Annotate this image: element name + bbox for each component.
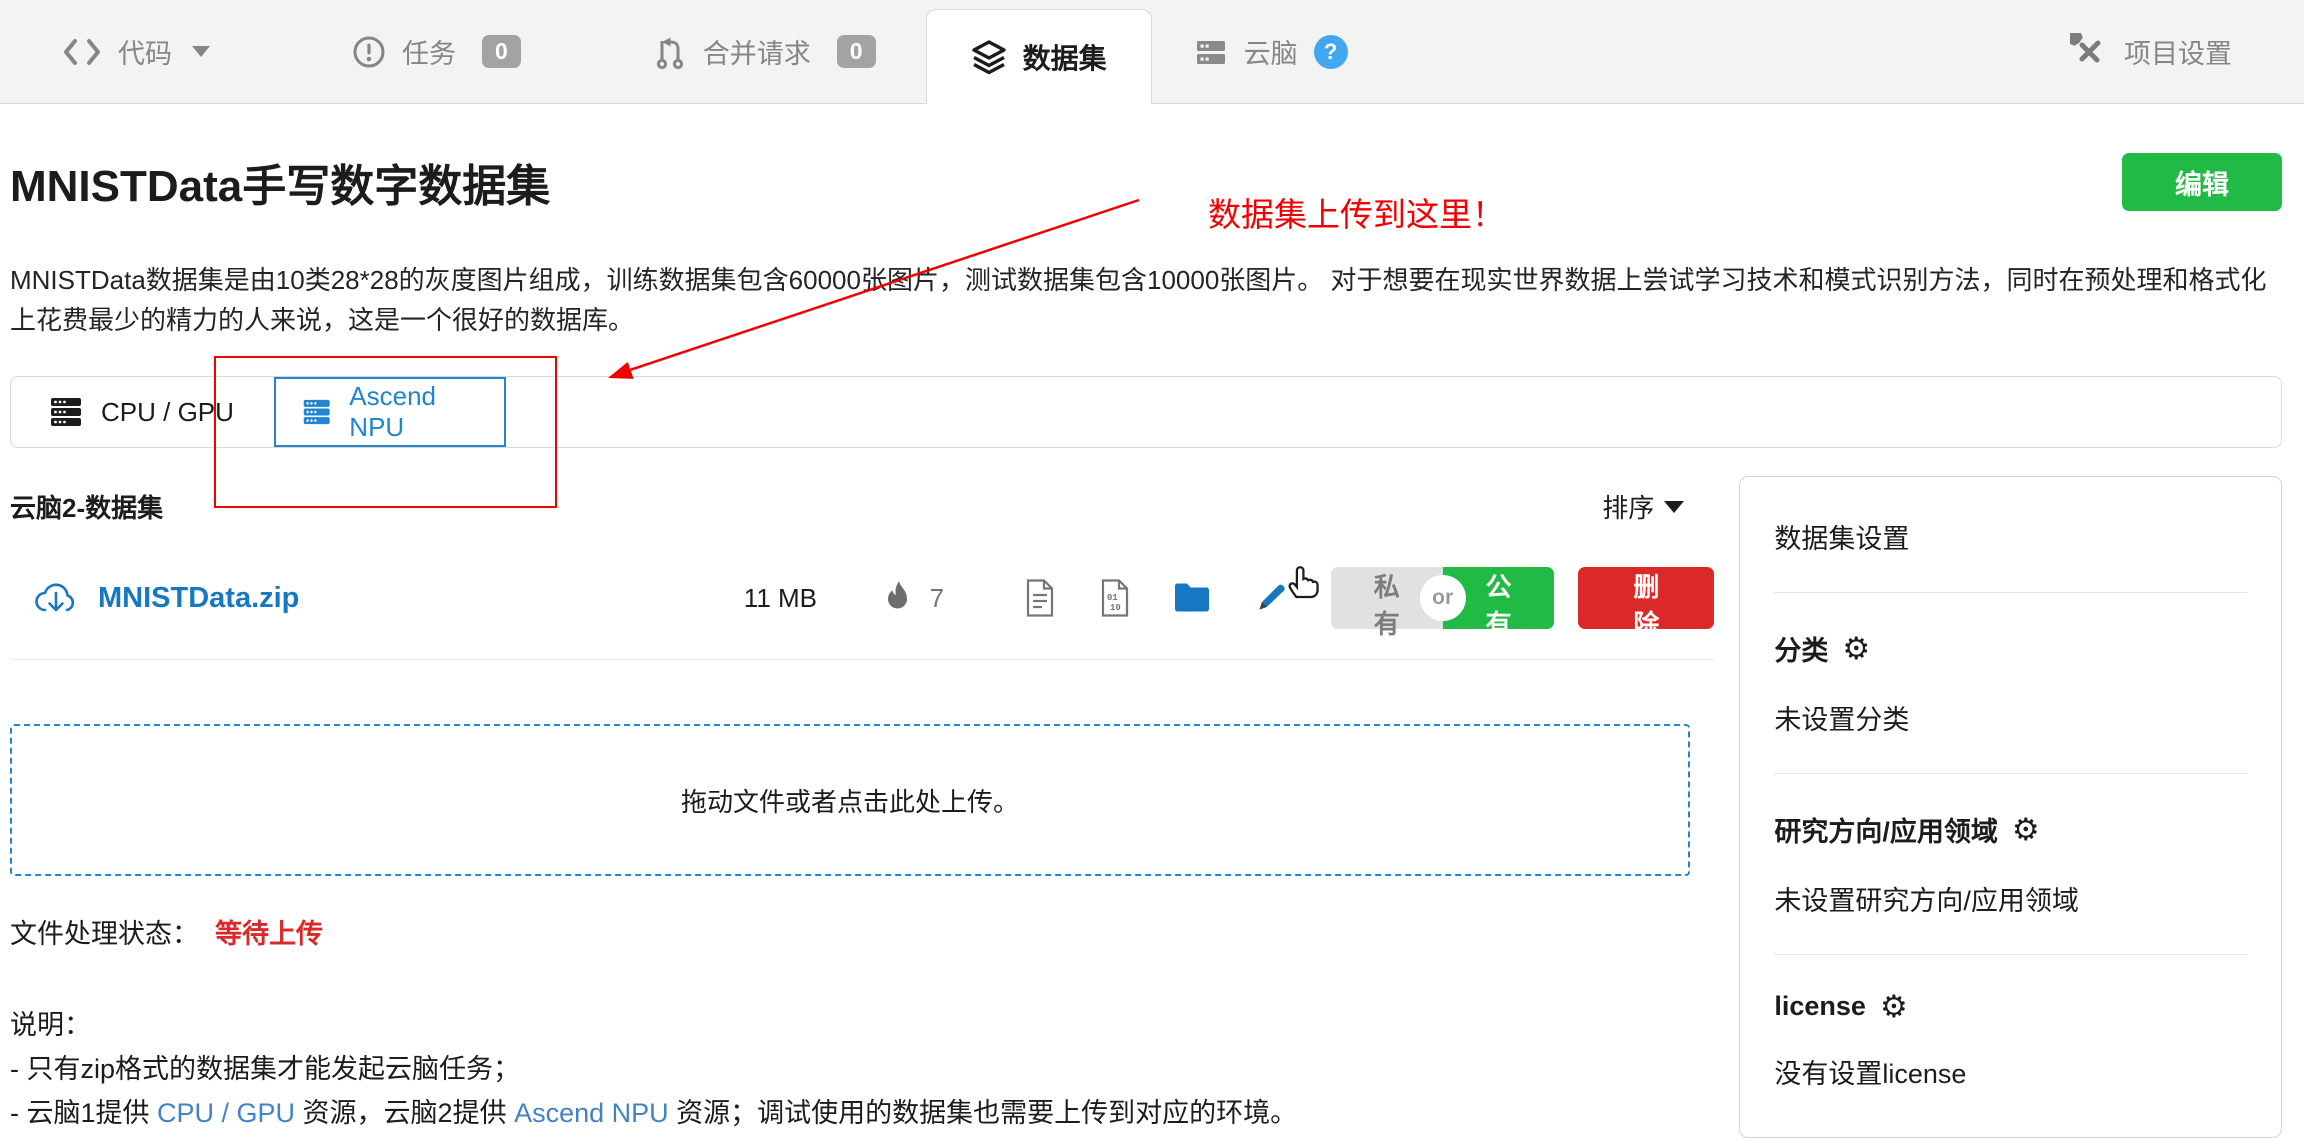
binary-file-cell[interactable]: 0110 — [1098, 578, 1173, 618]
ascend-npu-link[interactable]: Ascend NPU — [514, 1098, 669, 1128]
research-heading: 研究方向/应用领域 ⚙ — [1774, 810, 2247, 849]
tools-icon — [2070, 33, 2108, 71]
gear-icon[interactable]: ⚙ — [1880, 991, 1908, 1022]
issues-count-badge: 0 — [482, 35, 521, 68]
code-icon — [62, 37, 102, 67]
nav-settings-label: 项目设置 — [2124, 32, 2232, 71]
notes-line-1: - 只有zip格式的数据集才能发起云脑任务； — [10, 1047, 1714, 1091]
nav-issues-label: 任务 — [402, 32, 456, 71]
folder-cell[interactable] — [1173, 582, 1253, 614]
tab-ascend-npu-label: Ascend NPU — [349, 381, 478, 443]
notes-line2-text: - 云脑1提供 — [10, 1098, 157, 1128]
edit-file-cell[interactable] — [1253, 580, 1331, 616]
file-detail-cell[interactable] — [1023, 578, 1098, 618]
dataset-description: MNISTData数据集是由10类28*28的灰度图片组成，训练数据集包含600… — [10, 260, 2282, 340]
help-icon[interactable]: ? — [1314, 35, 1348, 69]
cloud-download-icon — [34, 579, 78, 617]
hot-count-cell: 7 — [884, 580, 1024, 616]
tab-cpu-gpu[interactable]: CPU / GPU — [11, 377, 274, 447]
sort-dropdown[interactable]: 排序 — [1602, 488, 1684, 525]
license-label: license — [1774, 991, 1866, 1022]
section-title: 云脑2-数据集 — [10, 488, 163, 525]
license-value: 没有设置license — [1774, 1052, 2247, 1091]
text-file-icon — [1023, 578, 1057, 618]
svg-text:01: 01 — [1107, 593, 1118, 603]
category-label: 分类 — [1774, 629, 1828, 668]
hot-count: 7 — [930, 583, 944, 614]
binary-file-icon: 0110 — [1098, 578, 1132, 618]
notes: 说明： - 只有zip格式的数据集才能发起云脑任务； - 云脑1提供 CPU /… — [10, 1003, 1714, 1135]
sort-label: 排序 — [1602, 488, 1654, 525]
pulls-count-badge: 0 — [837, 35, 876, 68]
license-heading: license ⚙ — [1774, 991, 2247, 1022]
tab-datasets[interactable]: 数据集 — [926, 9, 1152, 104]
page-title: MNISTData手写数字数据集 — [10, 150, 550, 214]
status-value: 等待上传 — [215, 919, 323, 949]
nav-item-cloudbrain[interactable]: 云脑 ? — [1194, 32, 1348, 71]
dataset-file-row: MNISTData.zip 11 MB 7 0110 — [10, 547, 1714, 660]
file-name-link[interactable]: MNISTData.zip — [98, 582, 299, 615]
nav-item-issues[interactable]: 任务 0 — [352, 32, 521, 71]
nav-pulls-label: 合并请求 — [703, 32, 811, 71]
divider — [1774, 592, 2247, 593]
nav-cloudbrain-label: 云脑 — [1244, 32, 1298, 71]
dataset-main-column: 云脑2-数据集 排序 MNISTData.zip 11 MB 7 — [10, 476, 1714, 1135]
nav-item-project-settings[interactable]: 项目设置 — [2070, 32, 2232, 71]
gear-icon[interactable]: ⚙ — [2012, 814, 2040, 845]
status-label: 文件处理状态： — [10, 919, 199, 949]
server-icon — [1194, 35, 1228, 69]
environment-tabs: CPU / GPU Ascend NPU — [10, 376, 2282, 448]
divider — [1774, 954, 2247, 955]
file-status-line: 文件处理状态： 等待上传 — [10, 912, 1714, 951]
pull-request-icon — [653, 34, 687, 70]
research-label: 研究方向/应用领域 — [1774, 810, 1998, 849]
server-icon — [302, 395, 331, 429]
category-heading: 分类 ⚙ — [1774, 629, 2247, 668]
upload-dropzone[interactable]: 拖动文件或者点击此处上传。 — [10, 724, 1690, 876]
top-nav: 代码 任务 0 合并请求 0 数据集 云脑 ? 项目设置 — [0, 0, 2304, 104]
chevron-down-icon — [1664, 501, 1684, 513]
settings-panel-title: 数据集设置 — [1774, 517, 2247, 556]
flame-icon — [884, 580, 914, 616]
tab-datasets-label: 数据集 — [1023, 37, 1107, 77]
or-divider: or — [1420, 575, 1466, 621]
tab-cpu-gpu-label: CPU / GPU — [101, 397, 234, 428]
research-value: 未设置研究方向/应用领域 — [1774, 879, 2247, 918]
delete-button[interactable]: 删除 — [1578, 567, 1714, 629]
svg-text:10: 10 — [1110, 603, 1121, 613]
page-content: MNISTData手写数字数据集 编辑 MNISTData数据集是由10类28*… — [0, 150, 2304, 1138]
cpu-gpu-link[interactable]: CPU / GPU — [157, 1098, 295, 1128]
file-link-cell[interactable]: MNISTData.zip — [10, 579, 744, 617]
chevron-down-icon — [192, 46, 210, 57]
edit-button[interactable]: 编辑 — [2122, 153, 2282, 211]
visibility-toggle: 私有 or 公有 — [1331, 567, 1555, 629]
hand-cursor-icon — [1285, 560, 1319, 600]
dataset-settings-panel: 数据集设置 分类 ⚙ 未设置分类 研究方向/应用领域 ⚙ 未设置研究方向/应用领… — [1739, 476, 2282, 1138]
nav-item-code[interactable]: 代码 — [62, 32, 210, 71]
divider — [1774, 773, 2247, 774]
gear-icon[interactable]: ⚙ — [1842, 633, 1870, 664]
issue-circle-icon — [352, 35, 386, 69]
file-size: 11 MB — [744, 583, 884, 614]
notes-title: 说明： — [10, 1003, 1714, 1047]
nav-code-label: 代码 — [118, 32, 172, 71]
pen-icon — [1253, 580, 1289, 616]
layers-icon — [971, 39, 1007, 75]
category-value: 未设置分类 — [1774, 698, 2247, 737]
folder-icon — [1173, 582, 1211, 614]
notes-line2-text: 资源；调试使用的数据集也需要上传到对应的环境。 — [669, 1098, 1298, 1128]
dropzone-text: 拖动文件或者点击此处上传。 — [681, 782, 1019, 819]
server-icon — [49, 395, 83, 429]
tab-ascend-npu[interactable]: Ascend NPU — [274, 377, 506, 447]
nav-item-pull-requests[interactable]: 合并请求 0 — [653, 32, 876, 71]
notes-line2-text: 资源，云脑2提供 — [295, 1098, 514, 1128]
